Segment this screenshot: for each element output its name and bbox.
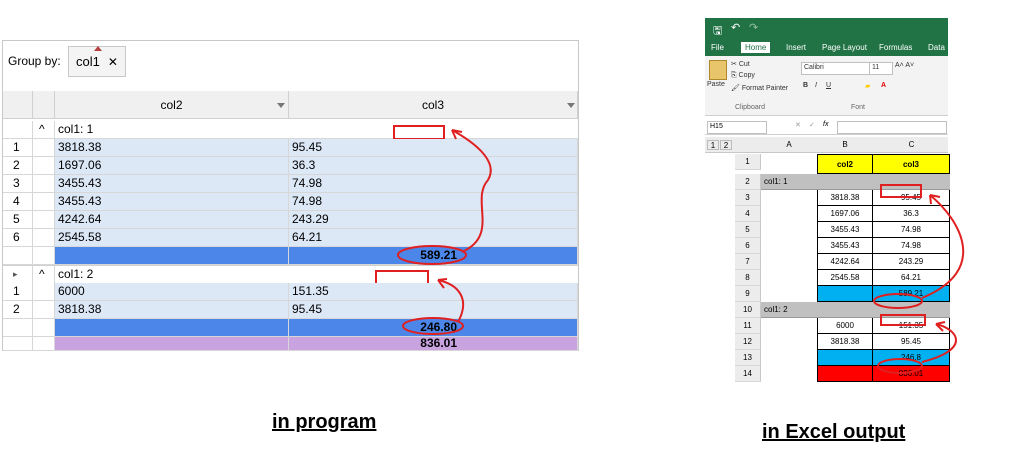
- annotation-arrows: [397, 129, 492, 335]
- cut-button[interactable]: ✂ Cut: [731, 60, 750, 68]
- caption-left: in program: [272, 411, 377, 433]
- annotation-box: [880, 184, 922, 198]
- font-color-icon[interactable]: A: [881, 82, 886, 89]
- tab-insert[interactable]: Insert: [786, 43, 806, 52]
- annotation-arrow: [451, 129, 492, 253]
- confirm-entry-icon[interactable]: ✓: [809, 121, 815, 129]
- font-group-label: Font: [851, 104, 866, 111]
- insert-function-button[interactable]: fx: [823, 121, 828, 128]
- format-painter-label: Format Painter: [741, 85, 789, 92]
- fill-color-icon[interactable]: ▰: [865, 82, 870, 90]
- font-size-value: 11: [872, 64, 880, 71]
- sum-highlight-ellipse: [873, 293, 923, 309]
- annotation-arrow: [921, 194, 965, 299]
- outline-level-2-button[interactable]: 2: [720, 140, 732, 150]
- name-box[interactable]: H15: [707, 121, 767, 134]
- cut-label: Cut: [738, 61, 750, 68]
- sum-highlight-ellipse: [397, 245, 467, 265]
- paste-icon[interactable]: [709, 60, 727, 80]
- cancel-entry-icon[interactable]: ✕: [795, 121, 801, 129]
- annotation-box: [880, 314, 926, 326]
- tab-formulas[interactable]: Formulas: [879, 43, 912, 52]
- name-box-value: H15: [710, 123, 723, 130]
- font-name-select[interactable]: Calibri: [801, 62, 871, 75]
- sum-highlight-ellipse: [877, 358, 923, 374]
- sum-highlight-ellipse: [402, 317, 464, 335]
- formula-bar: H15 ✕ ✓ fx: [705, 118, 948, 135]
- paste-button[interactable]: Paste: [707, 81, 725, 88]
- excel-annotation-arrows: [873, 184, 965, 374]
- copy-button[interactable]: ⎘ Copy: [731, 72, 755, 80]
- ribbon-home: Paste ✂ Cut ⎘ Copy 🖌 Format Painter Clip…: [705, 56, 948, 116]
- tab-page-layout[interactable]: Page Layout: [822, 43, 867, 52]
- font-name-value: Calibri: [804, 64, 824, 71]
- tab-file[interactable]: File: [711, 43, 724, 52]
- tab-data[interactable]: Data: [928, 43, 945, 52]
- undo-icon[interactable]: ↶: [731, 21, 740, 34]
- quick-access-toolbar: 🖫 ↶ ↷: [705, 18, 948, 42]
- ribbon-tabs: File Home Insert Page Layout Formulas Da…: [705, 42, 948, 56]
- underline-button[interactable]: U: [826, 82, 831, 89]
- grow-font-icon[interactable]: A˄ A˅: [895, 62, 914, 69]
- outline-level-1-button[interactable]: 1: [707, 140, 719, 150]
- redo-icon[interactable]: ↷: [749, 21, 758, 34]
- tab-home[interactable]: Home: [741, 42, 771, 53]
- font-size-select[interactable]: 11: [869, 62, 893, 75]
- copy-label: Copy: [738, 72, 755, 79]
- italic-button[interactable]: I: [815, 82, 817, 89]
- bold-button[interactable]: B: [803, 82, 808, 89]
- format-painter-button[interactable]: 🖌 Format Painter: [731, 84, 788, 92]
- save-icon[interactable]: 🖫: [713, 22, 722, 41]
- annotation-arrow: [921, 323, 957, 363]
- arrow-head: [437, 278, 448, 289]
- clipboard-group-label: Clipboard: [735, 104, 765, 111]
- formula-input[interactable]: [837, 121, 947, 134]
- caption-right: in Excel output: [762, 421, 906, 443]
